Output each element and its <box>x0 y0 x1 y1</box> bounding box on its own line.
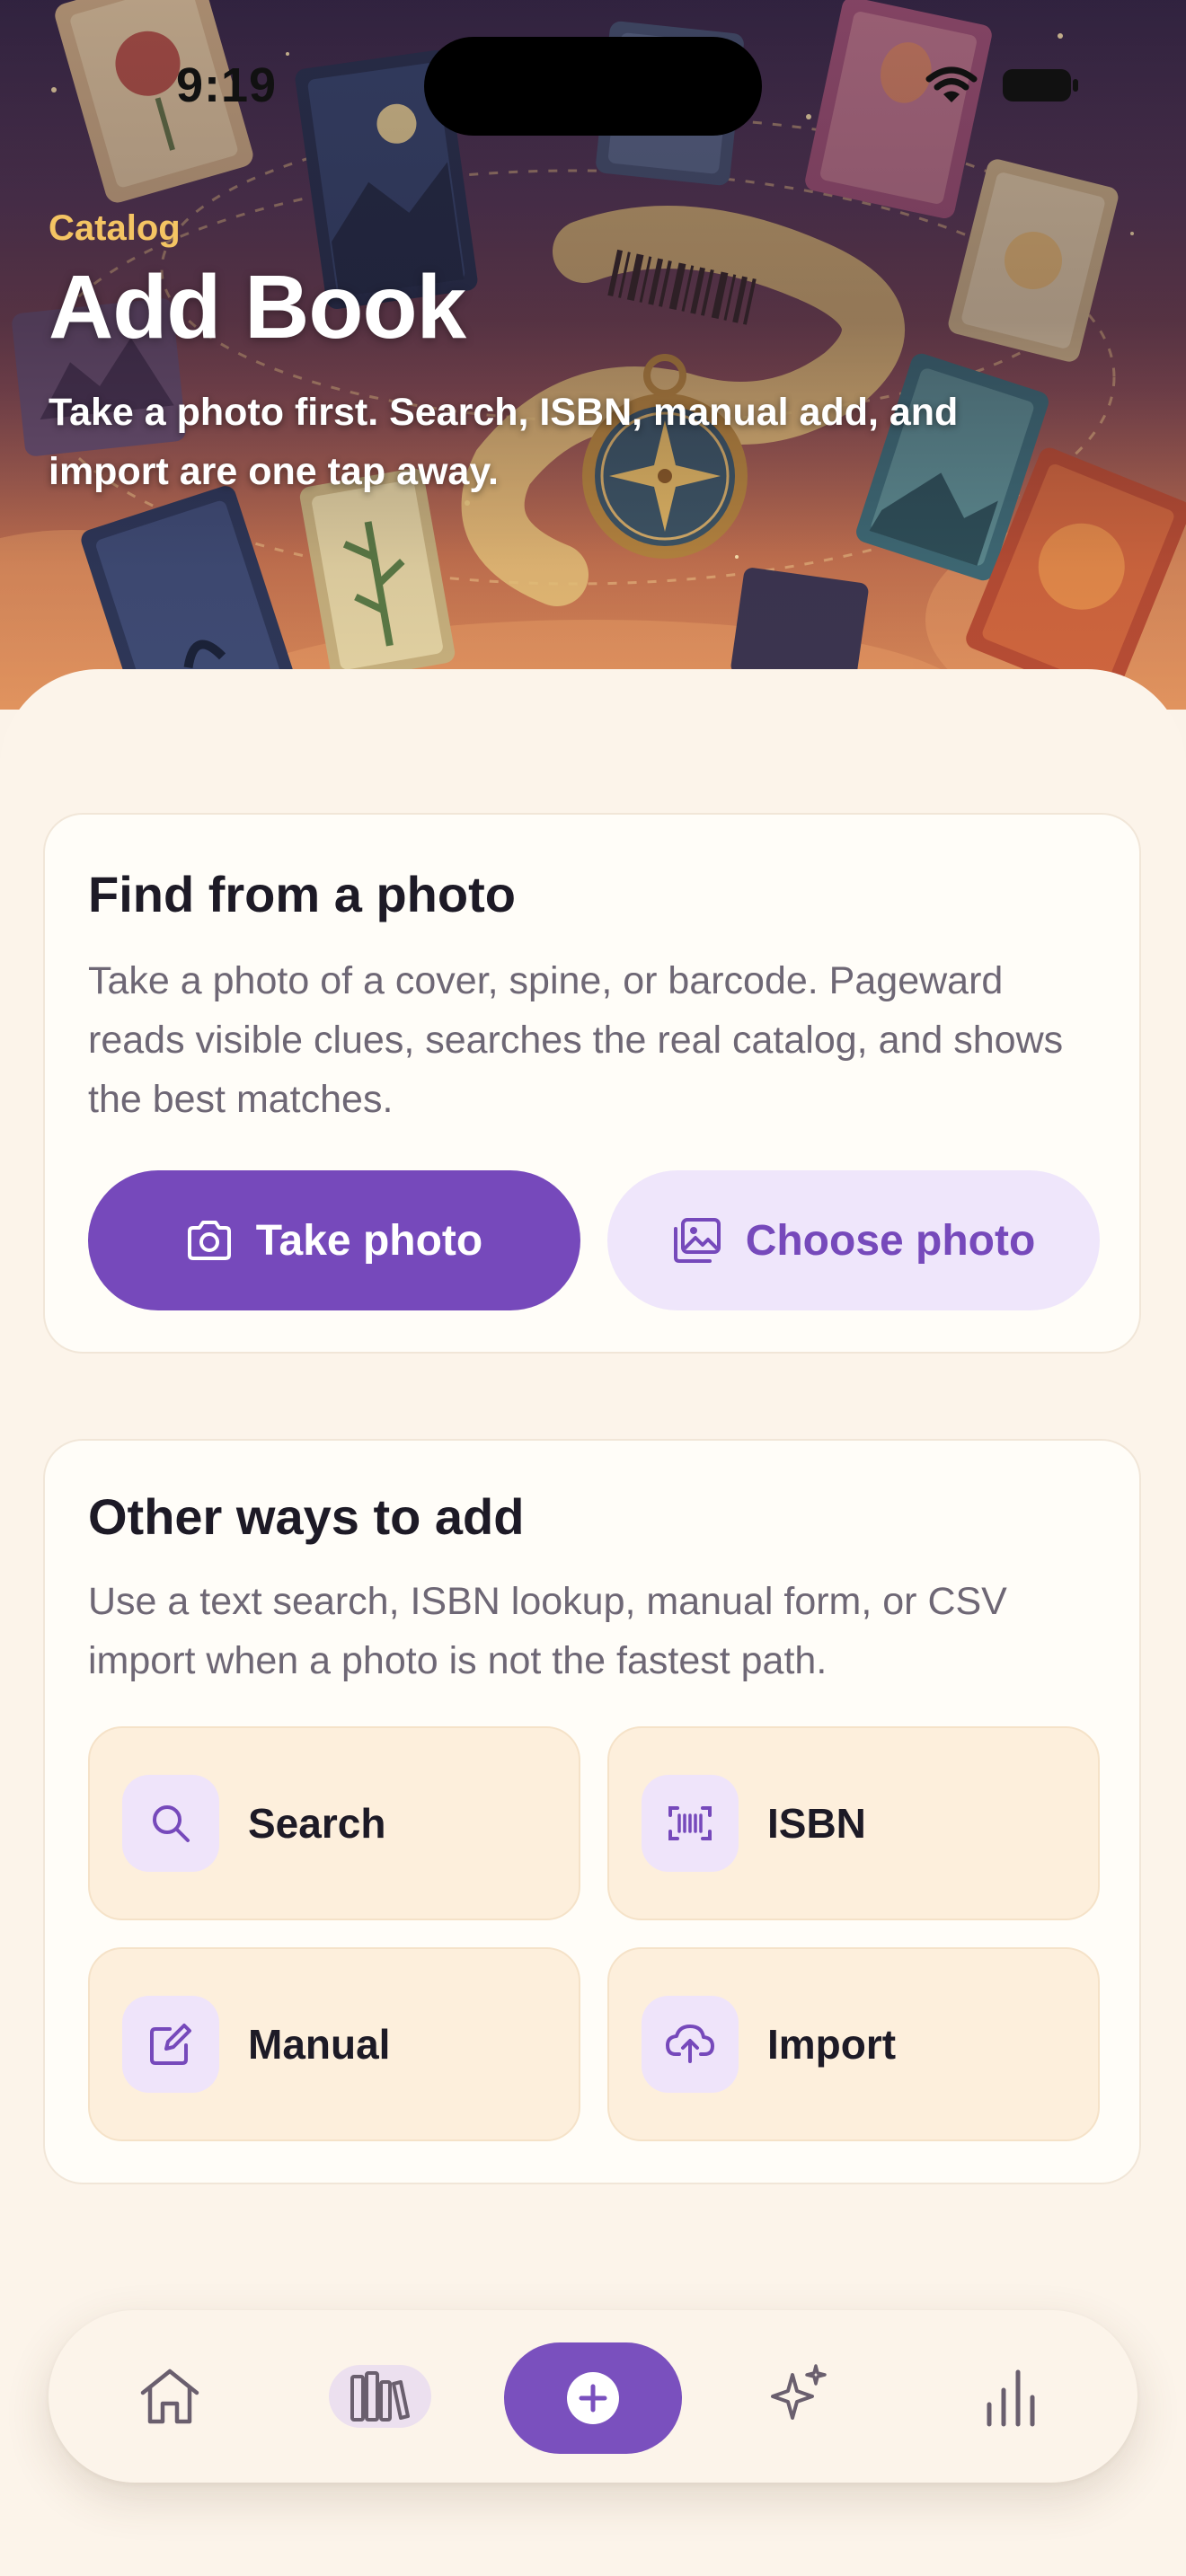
isbn-option-label: ISBN <box>767 1800 866 1847</box>
tab-add[interactable] <box>504 2342 682 2454</box>
search-option[interactable]: Search <box>88 1726 580 1920</box>
import-option-label: Import <box>767 2021 897 2068</box>
camera-icon <box>187 1221 231 1260</box>
section-eyebrow: Catalog <box>49 208 181 248</box>
library-icon <box>350 2371 410 2422</box>
home-icon <box>140 2369 199 2424</box>
search-icon-badge <box>122 1775 219 1872</box>
import-option[interactable]: Import <box>607 1947 1100 2141</box>
other-ways-description: Use a text search, ISBN lookup, manual f… <box>88 1580 1007 1682</box>
battery-icon <box>1003 69 1078 101</box>
search-icon <box>153 1805 190 1842</box>
photo-card: Find from a photo Take a photo of a cove… <box>43 813 1141 1354</box>
barcode-icon-badge <box>642 1775 739 1872</box>
manual-option[interactable]: Manual <box>88 1947 580 2141</box>
status-time: 9:19 <box>176 58 278 112</box>
tab-stats[interactable] <box>943 2310 1078 2483</box>
cloud-upload-icon <box>666 2025 714 2063</box>
tab-home[interactable] <box>102 2310 237 2483</box>
edit-icon <box>150 2024 191 2065</box>
tab-bar <box>49 2310 1137 2483</box>
take-photo-label: Take photo <box>255 1216 483 1265</box>
sparkles-icon <box>771 2364 827 2420</box>
photo-library-icon <box>673 1218 721 1263</box>
choose-photo-button[interactable]: Choose photo <box>607 1170 1100 1310</box>
page-subtitle: Take a photo first. Search, ISBN, manual… <box>49 391 959 493</box>
add-book-screen: 9:19 Catalog Add Book Take a photo first… <box>0 0 1186 2576</box>
dynamic-island <box>424 37 762 136</box>
status-icons <box>925 66 1080 104</box>
choose-photo-label: Choose photo <box>745 1216 1036 1265</box>
photo-card-title: Find from a photo <box>88 866 516 922</box>
search-option-label: Search <box>248 1800 386 1847</box>
barcode-icon <box>668 1806 712 1840</box>
add-icon <box>567 2372 619 2424</box>
page-title: Add Book <box>49 257 466 357</box>
cloud-upload-icon-badge <box>642 1996 739 2093</box>
other-ways-card: Other ways to add Use a text search, ISB… <box>43 1439 1141 2184</box>
isbn-option[interactable]: ISBN <box>607 1726 1100 1920</box>
stats-icon <box>987 2369 1035 2427</box>
take-photo-button[interactable]: Take photo <box>88 1170 580 1310</box>
manual-option-label: Manual <box>248 2021 391 2068</box>
wifi-icon <box>925 66 978 102</box>
edit-icon-badge <box>122 1996 219 2093</box>
tab-library[interactable] <box>313 2310 447 2483</box>
photo-card-description: Take a photo of a cover, spine, or barco… <box>88 959 1064 1121</box>
tab-discover[interactable] <box>732 2310 867 2483</box>
other-ways-title: Other ways to add <box>88 1488 525 1545</box>
